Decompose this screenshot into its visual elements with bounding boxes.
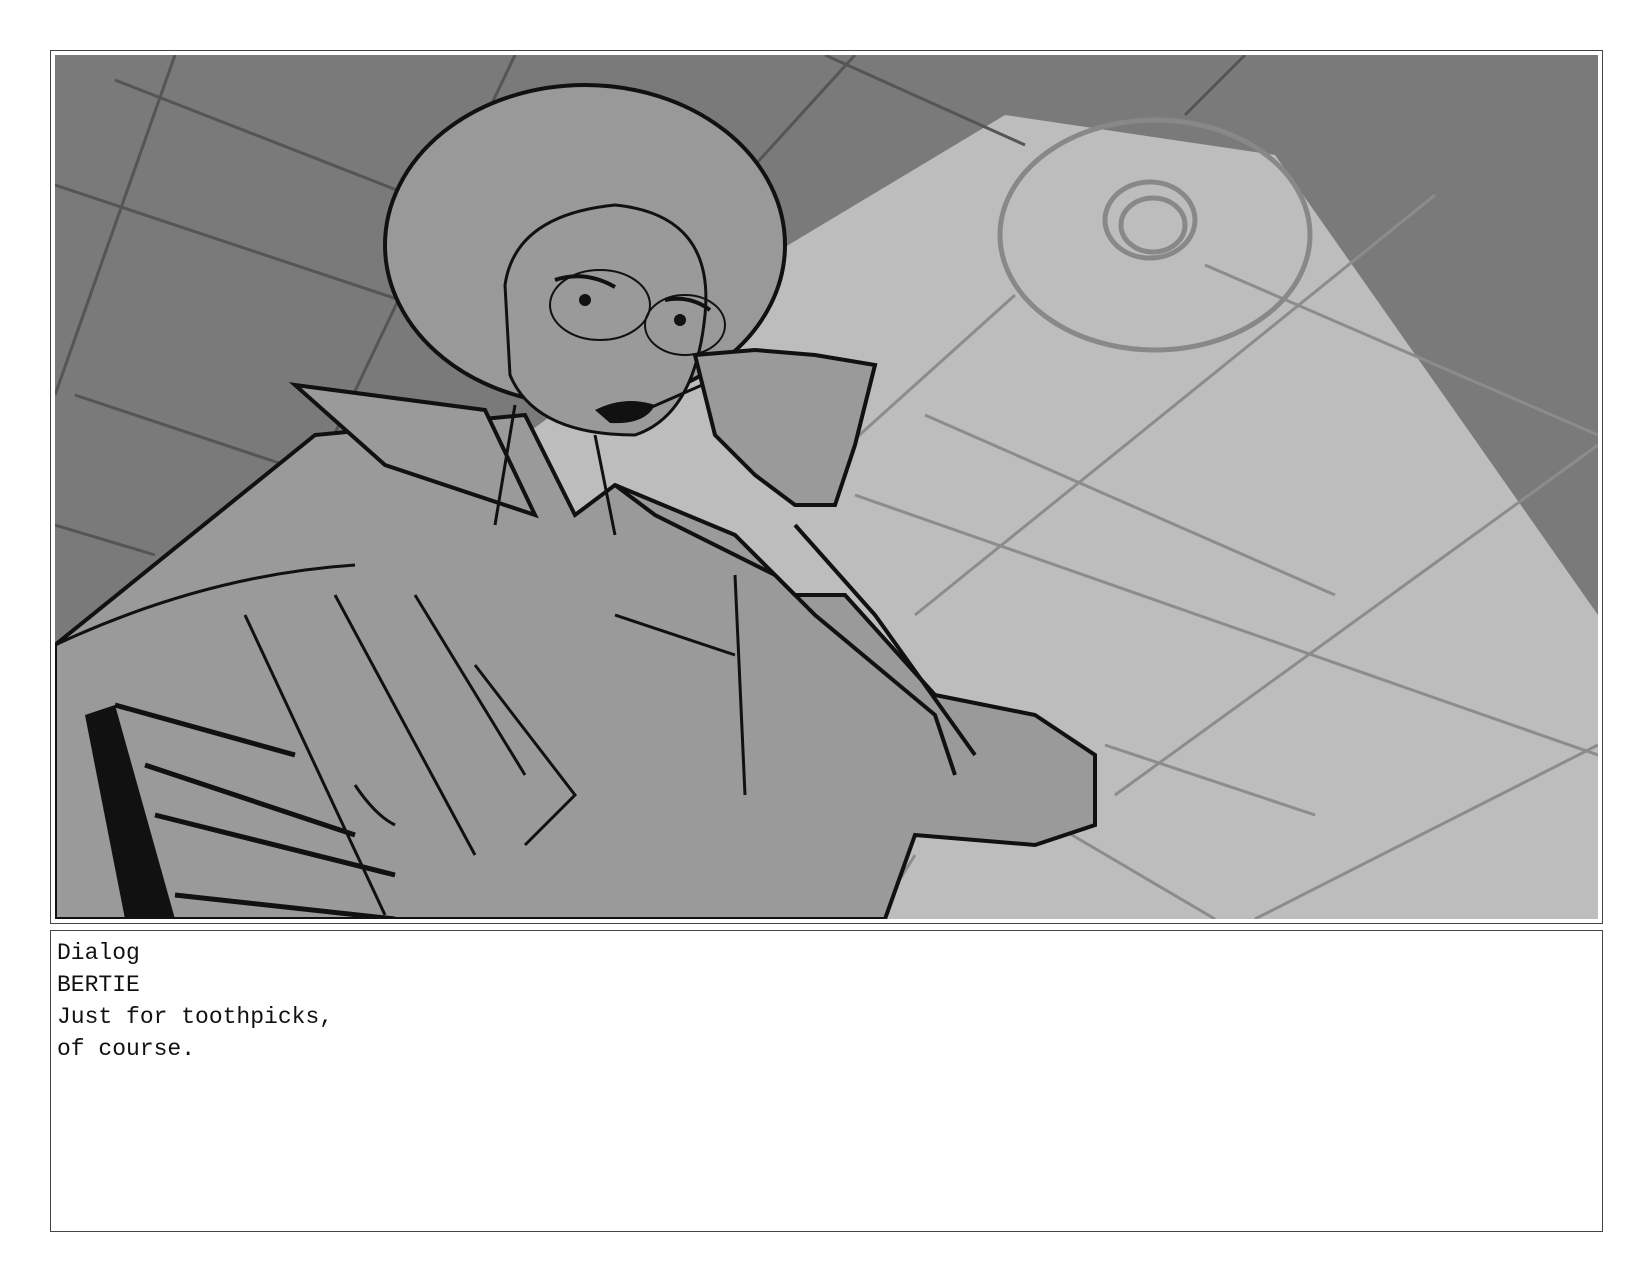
character-name: BERTIE [57,972,140,998]
storyboard-sketch-image [55,55,1598,919]
dialog-heading: Dialog [57,940,140,966]
dialog-box: Dialog BERTIE Just for toothpicks, of co… [50,930,1603,1232]
dialog-text-line-1: Just for toothpicks, [57,1004,334,1030]
dialog-text-line-2: of course. [57,1036,196,1062]
storyboard-panel-frame [50,50,1603,924]
